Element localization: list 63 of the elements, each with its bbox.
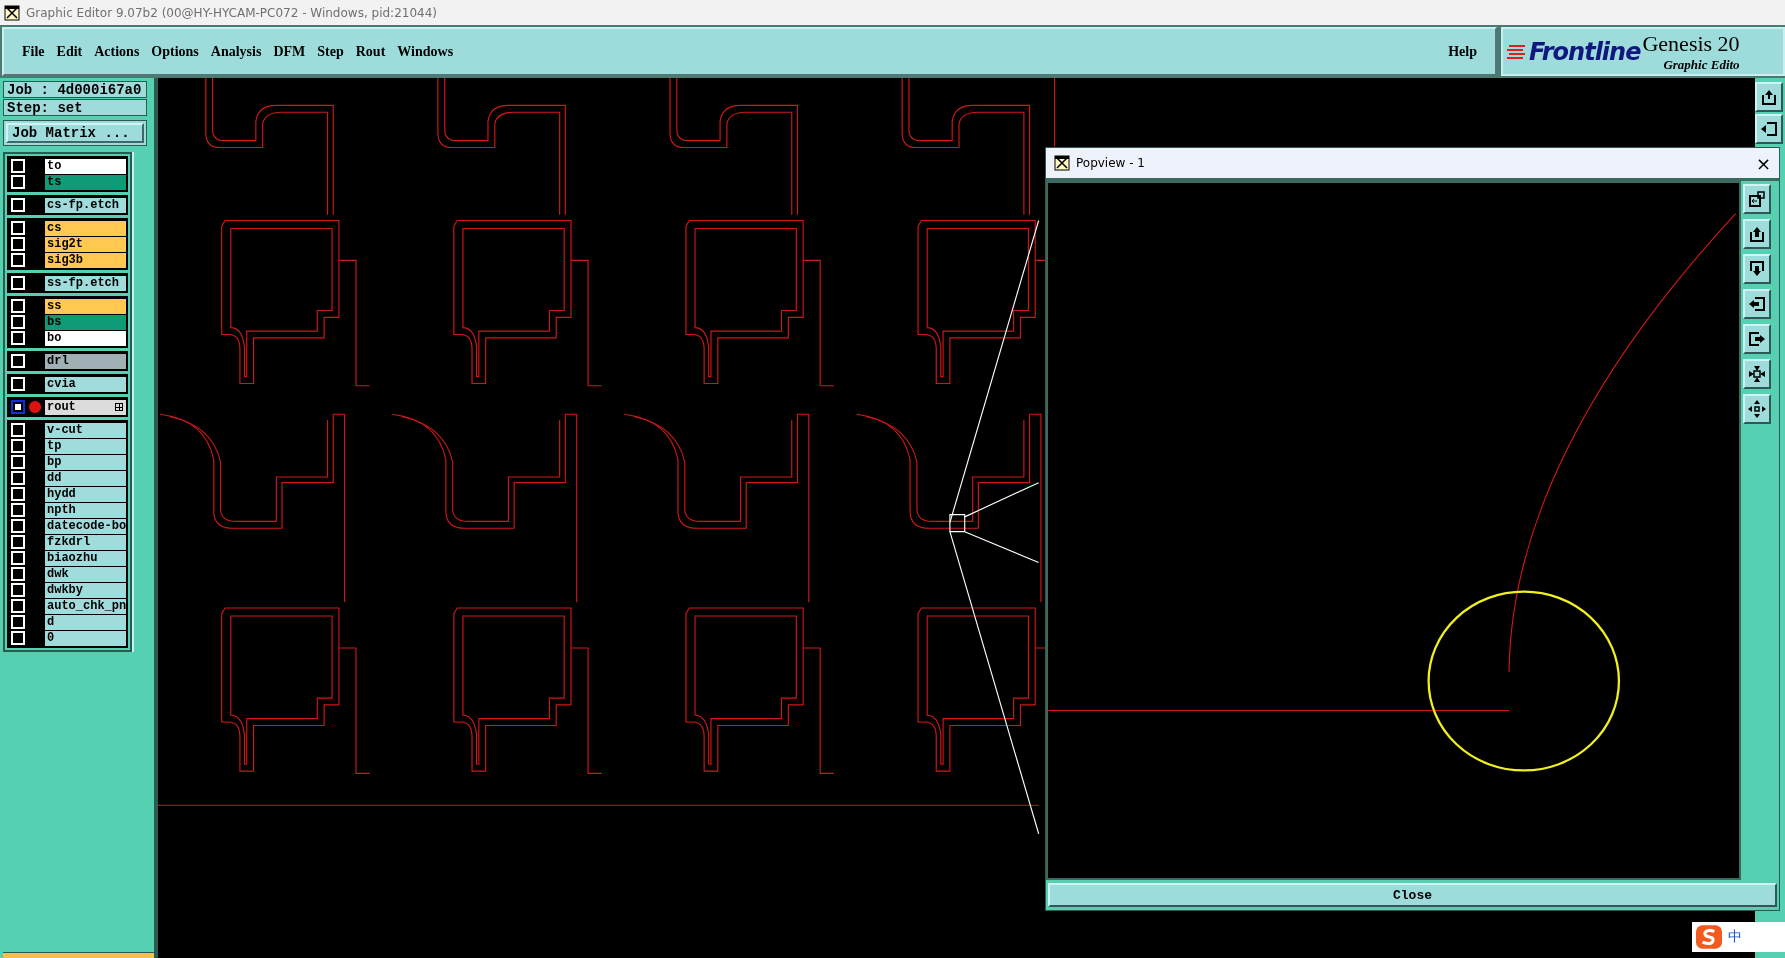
layer-name[interactable]: dwkby	[45, 582, 127, 598]
ime-mode[interactable]: 中	[1728, 928, 1742, 946]
close-button[interactable]: Close	[1048, 883, 1777, 907]
brand-logo-text: Frontline	[1529, 37, 1641, 66]
product-name: Genesis 20	[1642, 30, 1740, 57]
tool-icon[interactable]	[1755, 114, 1783, 144]
layer-name[interactable]: drl	[45, 353, 127, 369]
layer-name[interactable]: npth	[45, 502, 127, 518]
layer-name[interactable]: datecode-bo	[45, 518, 127, 534]
layer-name[interactable]: 0	[45, 630, 127, 646]
product-subtitle: Graphic Edito	[1663, 56, 1740, 73]
arrow-left-icon[interactable]	[1743, 289, 1771, 319]
layer-name[interactable]: dwk	[45, 566, 127, 582]
layer-name[interactable]: bo	[45, 330, 127, 346]
layer-name[interactable]: ss	[45, 298, 127, 314]
layer-name[interactable]: biaozhu	[45, 550, 127, 566]
layer-name[interactable]: dd	[45, 470, 127, 486]
layer-name[interactable]: rout	[45, 399, 127, 415]
layer-name[interactable]: sig2t	[45, 236, 127, 252]
pan-icon[interactable]	[1743, 394, 1771, 424]
layer-name[interactable]: hydd	[45, 486, 127, 502]
arrow-right-icon[interactable]	[1743, 324, 1771, 354]
menu-item[interactable]: DFM	[267, 40, 312, 63]
layer-name[interactable]: cs	[45, 220, 127, 236]
menu-item[interactable]: Options	[145, 40, 205, 63]
menu-item[interactable]: Edit	[50, 40, 89, 63]
app-icon	[4, 4, 20, 21]
work-layer-dot	[29, 401, 41, 413]
zoom-in-icon[interactable]	[1743, 359, 1771, 389]
layer-name[interactable]: tp	[45, 438, 127, 454]
menu-item[interactable]: File	[16, 40, 51, 63]
app-icon	[1054, 155, 1070, 171]
step-label: Step: set	[3, 99, 147, 116]
menu-item[interactable]: Actions	[88, 40, 146, 63]
window-title: Popview - 1	[1076, 156, 1146, 170]
menu-item[interactable]: Windows	[391, 40, 460, 63]
menu-item[interactable]: Step	[311, 40, 350, 63]
expand-icon[interactable]	[115, 403, 124, 411]
layer-name[interactable]: v-cut	[45, 422, 127, 438]
layer-name[interactable]: ss-fp.etch	[45, 275, 127, 291]
layer-name[interactable]: bp	[45, 454, 127, 470]
tool-icon[interactable]	[1755, 82, 1783, 112]
window-title: Graphic Editor 9.07b2 (00@HY-HYCAM-PC072 - Windows, pid:21044)	[26, 5, 437, 20]
layer-name[interactable]: ts	[45, 174, 127, 190]
zoom-window-icon[interactable]	[1743, 184, 1771, 214]
menu-item[interactable]: Analysis	[204, 40, 268, 63]
layer-checkbox[interactable]	[11, 400, 25, 414]
job-matrix-button[interactable]: Job Matrix ...	[6, 123, 144, 143]
job-label: Job : 4d000i67a0	[3, 81, 147, 98]
menu-item[interactable]: Rout	[349, 40, 392, 63]
help-menu[interactable]: Help	[1442, 40, 1483, 63]
close-button[interactable]: ×	[1755, 152, 1771, 174]
layer-name[interactable]: sig3b	[45, 252, 127, 268]
layer-name[interactable]: to	[45, 158, 127, 174]
layer-name[interactable]: auto_chk_pn	[45, 598, 127, 614]
layer-name[interactable]: cs-fp.etch	[45, 197, 127, 213]
ime-logo-icon[interactable]	[1696, 924, 1722, 950]
layer-name[interactable]: cvia	[45, 376, 127, 392]
layer-name[interactable]: fzkdrl	[45, 534, 127, 550]
arrow-down-icon[interactable]	[1743, 254, 1771, 284]
arrow-up-icon[interactable]	[1743, 219, 1771, 249]
layer-name[interactable]: d	[45, 614, 127, 630]
layer-name[interactable]: bs	[45, 314, 127, 330]
